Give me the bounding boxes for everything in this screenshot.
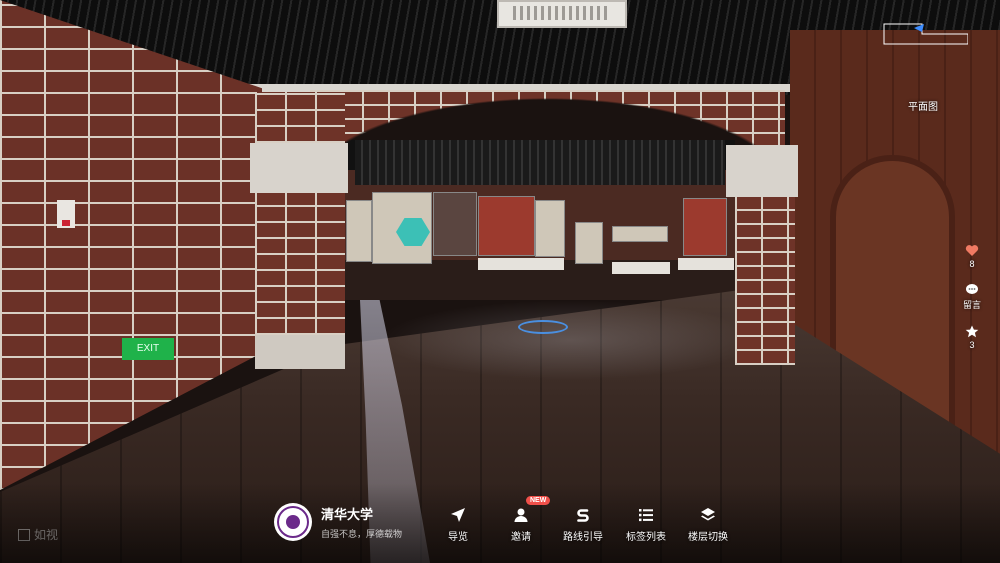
invite-label: 邀请 [511,532,531,543]
exit-sign: EXIT [122,338,174,360]
exhibit-text-panel [535,200,565,257]
exhibit-photo-panel [683,198,727,256]
exhibit-figure-panel [575,222,603,264]
tag-list-button[interactable]: 标签列表 [611,505,681,543]
floorplan-outline-icon [883,23,969,45]
new-badge: NEW [526,496,551,505]
comment-button[interactable]: 留言 [963,283,981,311]
list-icon [639,509,653,522]
comment-label: 留言 [962,300,981,310]
like-count: 8 [969,259,975,269]
ceiling-vent [497,0,627,28]
floor-reflection [380,300,760,380]
tag-list-label: 标签列表 [626,532,666,543]
pillar-base [255,335,345,369]
display-case [678,258,734,270]
floorplan-minimap[interactable] [882,20,969,46]
side-action-bar: 8 留言 3 [958,244,986,350]
exhibit-caption-panel [612,226,668,242]
brick-pillar [255,92,345,367]
floor-switch-label: 楼层切换 [688,532,728,543]
browse-label: 导览 [448,532,468,543]
exhibit-side-panel [346,200,372,262]
star-icon [965,325,979,338]
favorite-button[interactable]: 3 [965,325,979,350]
pillar-capital [250,143,348,193]
user-icon [514,508,528,522]
route-guide-label: 路线引导 [563,532,603,543]
fire-alarm [57,200,75,228]
layers-icon [701,508,715,521]
floorplan-button[interactable]: 平面图 [900,98,946,113]
display-case [478,258,564,270]
heart-icon [965,245,979,256]
comment-icon [965,284,978,294]
exhibit-photo-panel [433,192,477,256]
bottom-navigation: 导览 NEW 邀请 路线引导 标签列表 楼层切换 [0,496,1000,545]
favorite-count: 3 [969,340,975,350]
walk-hotspot-marker[interactable] [518,320,568,334]
floor-switch-button[interactable]: 楼层切换 [673,505,743,543]
like-button[interactable]: 8 [965,244,979,269]
panorama-view[interactable]: EXIT [0,0,1000,563]
brick-wall-right [735,190,795,365]
invite-button[interactable]: NEW 邀请 [486,496,556,543]
route-guide-button[interactable]: 路线引导 [548,505,618,543]
navigation-arrow-icon [451,508,465,522]
brick-arch [310,90,785,190]
exhibit-photo-panel [478,196,535,256]
route-s-icon [577,509,589,522]
right-pillar-capital [726,145,798,197]
browse-button[interactable]: 导览 [423,505,493,543]
display-case [612,262,670,274]
